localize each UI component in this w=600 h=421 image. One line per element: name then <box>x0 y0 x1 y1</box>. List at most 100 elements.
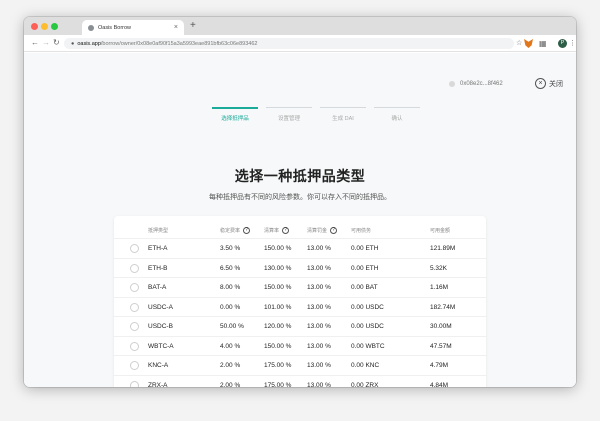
collateral-radio[interactable] <box>130 302 139 312</box>
cell-liquidation-penalty: 13.00 % <box>307 381 331 388</box>
cell-available-debt: 0.00 ETH <box>351 264 379 272</box>
cell-available-debt: 0.00 ETH <box>351 245 379 252</box>
cell-liquidation-ratio: 130.00 % <box>264 264 292 272</box>
cell-collateral-type: ZRX-A <box>148 381 168 388</box>
step-select-collateral: 选择抵押品 <box>212 107 258 122</box>
collateral-radio[interactable] <box>130 341 139 351</box>
lock-icon: ● <box>71 40 75 47</box>
cell-stability-fee: 2.00 % <box>220 362 241 369</box>
table-row[interactable]: BAT-A 8.00 % 150.00 % 13.00 % 0.00 BAT 1.16M <box>114 277 486 297</box>
page-title: 选择一种抵押品类型 <box>234 168 366 184</box>
bookmark-star-icon[interactable]: ☆ <box>516 38 522 49</box>
cell-collateral-type: ETH-A <box>148 245 168 252</box>
cell-liquidation-penalty: 13.00 % <box>307 342 331 350</box>
account-avatar-icon <box>449 81 455 87</box>
step-setup-management: 设置管理 <box>266 107 312 122</box>
cell-liquidation-ratio: 101.00 % <box>264 303 292 311</box>
cell-liquidation-penalty: 13.00 % <box>307 264 331 272</box>
cell-liquidation-penalty: 13.00 % <box>307 323 331 330</box>
collateral-radio[interactable] <box>130 380 139 387</box>
cell-available-debt: 0.00 KNC <box>351 362 380 369</box>
cell-available-amount: 4.84M <box>430 381 449 388</box>
cell-liquidation-penalty: 13.00 % <box>307 284 331 291</box>
cell-available-amount: 30.00M <box>430 323 452 330</box>
page-subtitle: 每种抵押品有不同的风险参数。你可以存入不同的抵押品。 <box>209 194 391 201</box>
cell-liquidation-ratio: 150.00 % <box>264 342 292 350</box>
cell-available-amount: 1.16M <box>430 284 449 291</box>
address-bar[interactable]: ● oasis.app /borrow/owner/0x08e0af90f15a… <box>64 38 514 49</box>
cell-stability-fee: 3.50 % <box>220 245 241 252</box>
cell-collateral-type: ETH-B <box>148 264 168 272</box>
collateral-radio[interactable] <box>130 361 139 370</box>
cell-available-amount: 47.57M <box>430 342 452 350</box>
cell-stability-fee: 6.50 % <box>220 264 241 272</box>
help-icon[interactable]: ? <box>243 227 251 234</box>
cell-liquidation-penalty: 13.00 % <box>307 362 331 369</box>
table-row[interactable]: ETH-A 3.50 % 150.00 % 13.00 % 0.00 ETH 121.89… <box>114 238 486 258</box>
cell-collateral-type: USDC-B <box>148 323 173 330</box>
header-available-amount: 可用金额 <box>430 228 451 234</box>
tab-title: Oasis Borrow <box>98 24 132 31</box>
cell-stability-fee: 2.00 % <box>220 381 241 388</box>
table-row[interactable]: ETH-B 6.50 % 130.00 % 13.00 % 0.00 ETH 5.32K <box>114 257 486 278</box>
table-row[interactable]: USDC-B 50.00 % 120.00 % 13.00 % 0.00 USDC 30.… <box>114 316 486 336</box>
page-content: 0x08e2c...8f462 × 关闭 选择抵押品 设置管理 生成 DAI 确… <box>24 53 576 387</box>
reload-icon[interactable]: ↻ <box>53 37 60 49</box>
collateral-radio[interactable] <box>130 322 139 331</box>
cell-available-debt: 0.00 BAT <box>351 284 378 291</box>
table-row[interactable]: ZRX-A 2.00 % 175.00 % 13.00 % 0.00 ZRX 4.84M <box>114 374 486 388</box>
new-tab-button[interactable]: + <box>190 19 196 33</box>
cell-liquidation-ratio: 150.00 % <box>264 284 292 291</box>
table-row[interactable]: KNC-A 2.00 % 175.00 % 13.00 % 0.00 KNC 4.79M <box>114 355 486 375</box>
back-arrow-icon[interactable]: ← <box>31 37 39 49</box>
browser-window: Oasis Borrow × + ← → ↻ ● oasis.app /borr… <box>24 17 576 387</box>
account-indicator[interactable]: 0x08e2c...8f462 <box>449 81 503 87</box>
cell-liquidation-penalty: 13.00 % <box>307 245 331 252</box>
address-toolbar: ← → ↻ ● oasis.app /borrow/owner/0x08e0af… <box>24 35 576 52</box>
tab-close-icon[interactable]: × <box>174 24 178 31</box>
cell-liquidation-ratio: 120.00 % <box>264 323 292 330</box>
help-icon[interactable]: ? <box>330 227 338 234</box>
collateral-radio[interactable] <box>130 263 139 273</box>
browser-tab[interactable]: Oasis Borrow × <box>82 20 184 35</box>
header-liquidation-penalty: 清算罚金? <box>307 227 338 234</box>
header-liquidation-ratio: 清算率? <box>264 227 290 234</box>
table-row[interactable]: WBTC-A 4.00 % 150.00 % 13.00 % 0.00 WBTC 47.5… <box>114 335 486 356</box>
url-path: /borrow/owner/0x08e0af90f15a3a5993eae891… <box>100 40 258 47</box>
cell-liquidation-ratio: 175.00 % <box>264 362 292 369</box>
forward-arrow-icon[interactable]: → <box>42 37 50 49</box>
cell-available-debt: 0.00 ZRX <box>351 381 379 388</box>
menu-kebab-icon[interactable]: ⋮ <box>569 38 576 49</box>
cell-stability-fee: 8.00 % <box>220 284 241 291</box>
minimize-window-button[interactable] <box>41 23 48 30</box>
cell-available-amount: 182.74M <box>430 303 456 311</box>
extensions-puzzle-icon[interactable]: ▦ <box>539 38 547 49</box>
cell-collateral-type: BAT-A <box>148 284 167 291</box>
header-collateral-type: 抵押类型 <box>148 228 169 234</box>
cell-liquidation-penalty: 13.00 % <box>307 303 331 311</box>
metamask-fox-icon[interactable] <box>524 39 533 48</box>
close-label: 关闭 <box>549 80 563 88</box>
cell-available-debt: 0.00 WBTC <box>351 342 385 350</box>
header-available-debt: 可用债务 <box>351 228 372 234</box>
collateral-radio[interactable] <box>130 283 139 292</box>
close-icon: × <box>535 78 546 89</box>
table-row[interactable]: USDC-A 0.00 % 101.00 % 13.00 % 0.00 USDC 182.… <box>114 296 486 317</box>
account-address: 0x08e2c...8f462 <box>460 81 503 87</box>
help-icon[interactable]: ? <box>282 227 290 234</box>
cell-collateral-type: KNC-A <box>148 362 169 369</box>
cell-available-debt: 0.00 USDC <box>351 323 384 330</box>
cell-collateral-type: USDC-A <box>148 303 173 311</box>
url-host: oasis.app <box>77 40 101 47</box>
cell-available-amount: 5.32K <box>430 264 447 272</box>
collateral-radio[interactable] <box>130 244 139 253</box>
maximize-window-button[interactable] <box>51 23 58 30</box>
cell-available-amount: 4.79M <box>430 362 449 369</box>
profile-avatar[interactable]: P <box>558 39 567 48</box>
cell-liquidation-ratio: 150.00 % <box>264 245 292 252</box>
favicon-icon <box>88 24 94 31</box>
tab-bar: Oasis Borrow × + <box>24 17 576 35</box>
cell-stability-fee: 4.00 % <box>220 342 241 350</box>
close-window-button[interactable] <box>31 23 38 30</box>
close-button[interactable]: × 关闭 <box>535 78 563 89</box>
